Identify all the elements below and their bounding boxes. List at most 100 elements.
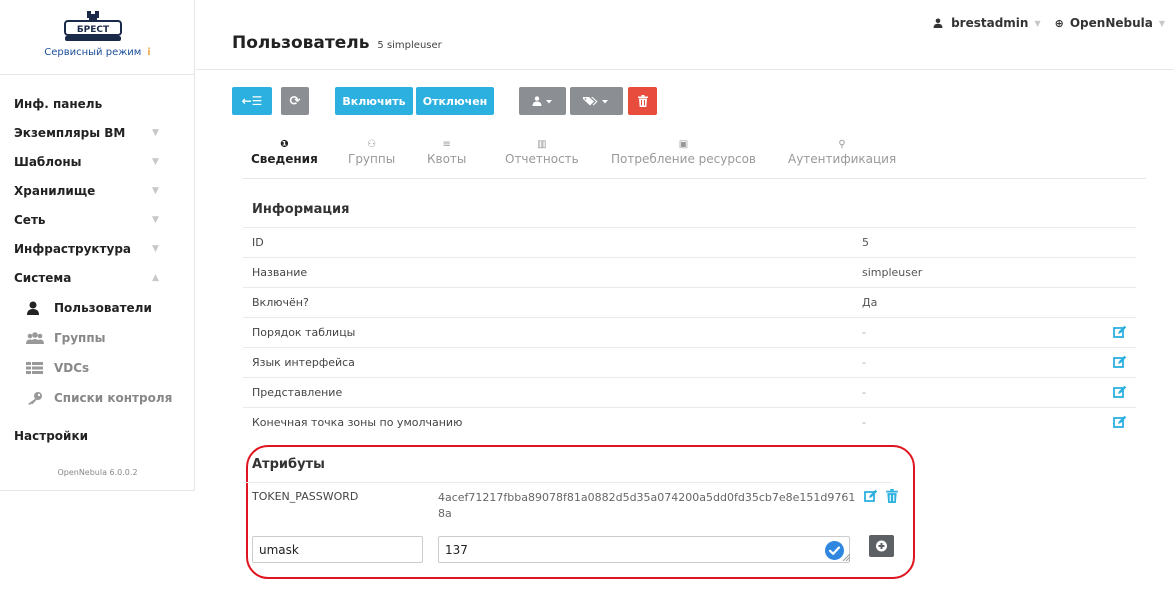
sidebar-item-system[interactable]: Система ▲ — [0, 264, 195, 293]
sidebar-item-vm-instances[interactable]: Экземпляры ВМ ▼ — [0, 119, 195, 148]
chevron-down-icon: ▼ — [1034, 18, 1041, 28]
table-row: ID 5 — [243, 227, 1136, 257]
sidebar-item-groups[interactable]: Группы — [0, 323, 195, 353]
add-attribute-button[interactable] — [869, 535, 894, 557]
users-icon: ⚇ — [367, 139, 377, 150]
top-bar: brestadmin ▼ ⊕ OpenNebula ▼ — [933, 16, 1165, 30]
tabs-divider — [243, 178, 1146, 179]
sidebar-item-settings[interactable]: Настройки — [0, 422, 195, 451]
tab-label: Аутентификация — [788, 152, 897, 166]
tab-auth[interactable]: ⚲ Аутентификация — [788, 138, 896, 166]
row-value: - — [862, 356, 866, 369]
trash-icon[interactable] — [886, 489, 898, 503]
sidebar-item-acl[interactable]: Списки контроля — [0, 383, 195, 413]
table-row: Представление - — [243, 377, 1136, 407]
attribute-value: 4acef71217fbba89078f81a0882d5d35a074200a… — [438, 491, 856, 520]
enable-button[interactable]: Включить — [335, 87, 413, 115]
labels-button[interactable] — [570, 87, 623, 115]
row-key: Язык интерфейса — [252, 356, 355, 369]
version-label: OpenNebula 6.0.0.2 — [57, 468, 138, 477]
edit-icon[interactable] — [1113, 355, 1127, 369]
tab-showback[interactable]: ▣ Потребление ресурсов — [611, 138, 756, 166]
change-owner-button[interactable] — [519, 87, 566, 115]
chevron-down-icon: ▼ — [152, 157, 159, 167]
page-subtitle: 5 simpleuser — [377, 40, 442, 51]
sidebar-item-label: Пользователи — [54, 301, 152, 315]
trash-icon — [637, 95, 648, 107]
sidebar: БРЕСТ Сервисный режим i Инф. панель Экзем… — [0, 0, 195, 491]
plus-circle-icon — [876, 540, 887, 552]
table-row: TOKEN_PASSWORD 4acef71217fbba89078f81a08… — [243, 482, 898, 528]
row-key: ID — [252, 236, 264, 249]
tags-icon — [582, 97, 608, 106]
service-mode-label: Сервисный режим i — [0, 47, 195, 58]
edit-icon[interactable] — [1113, 415, 1127, 429]
table-row: Название simpleuser — [243, 257, 1136, 287]
table-row: Язык интерфейса - — [243, 347, 1136, 377]
sidebar-item-dashboard[interactable]: Инф. панель — [0, 90, 195, 119]
new-attribute-value-input[interactable] — [438, 536, 850, 563]
sidebar-nav: Инф. панель Экземпляры ВМ ▼ Шаблоны ▼ Хран… — [0, 90, 195, 451]
page-title: Пользователь 5 simpleuser — [232, 33, 442, 53]
attribute-key: TOKEN_PASSWORD — [252, 490, 359, 503]
disable-button[interactable]: Отключен — [416, 87, 494, 115]
new-attribute-key-input[interactable] — [252, 536, 423, 563]
chevron-up-icon: ▲ — [152, 273, 159, 283]
row-value: - — [862, 416, 866, 429]
user-menu[interactable]: brestadmin — [951, 16, 1028, 30]
info-icon[interactable]: i — [147, 47, 150, 58]
zone-menu[interactable]: OpenNebula — [1070, 16, 1153, 30]
user-icon — [933, 18, 943, 28]
sidebar-item-templates[interactable]: Шаблоны ▼ — [0, 148, 195, 177]
sidebar-item-label: Хранилище — [14, 184, 96, 198]
back-button[interactable]: ←☰ — [232, 87, 272, 115]
sidebar-item-users[interactable]: Пользователи — [0, 293, 195, 323]
sidebar-item-infrastructure[interactable]: Инфраструктура ▼ — [0, 235, 195, 264]
attributes-section-title: Атрибуты — [252, 457, 325, 472]
row-value: - — [862, 326, 866, 339]
divider — [0, 74, 195, 75]
chevron-down-icon: ▼ — [152, 215, 159, 225]
refresh-button[interactable]: ⟳ — [281, 87, 309, 115]
row-key: Название — [252, 266, 308, 279]
edit-icon[interactable] — [1113, 385, 1127, 399]
row-key: Конечная точка зоны по умолчанию — [252, 416, 463, 429]
row-value: - — [862, 386, 866, 399]
key-icon: ⚲ — [838, 139, 846, 150]
user-icon — [532, 96, 552, 106]
chevron-down-icon: ▼ — [152, 244, 159, 254]
tab-label: Сведения — [251, 152, 318, 166]
users-icon — [26, 332, 44, 344]
sidebar-item-network[interactable]: Сеть ▼ — [0, 206, 195, 235]
sidebar-item-storage[interactable]: Хранилище ▼ — [0, 177, 195, 206]
align-left-icon: ≡ — [442, 139, 451, 150]
sidebar-item-vdcs[interactable]: VDCs — [0, 353, 195, 383]
tab-info[interactable]: ❶ Сведения — [251, 138, 318, 166]
money-icon: ▣ — [678, 139, 689, 150]
edit-icon[interactable] — [864, 489, 878, 503]
tab-quotas[interactable]: ≡ Квоты — [427, 138, 466, 166]
resize-grip-icon[interactable] — [842, 553, 850, 561]
edit-icon[interactable] — [1113, 325, 1127, 339]
delete-button[interactable] — [628, 87, 657, 115]
refresh-icon: ⟳ — [289, 93, 301, 109]
table-icon — [26, 362, 43, 374]
chevron-down-icon: ▼ — [152, 186, 159, 196]
page-title-text: Пользователь — [232, 33, 370, 53]
row-key: Порядок таблицы — [252, 326, 356, 339]
svg-text:БРЕСТ: БРЕСТ — [77, 25, 110, 35]
tab-accounting[interactable]: ▥ Отчетность — [505, 138, 579, 166]
brest-logo[interactable]: БРЕСТ — [59, 10, 127, 44]
user-icon — [27, 301, 39, 315]
table-row: Порядок таблицы - — [243, 317, 1136, 347]
row-key: Включён? — [252, 296, 309, 309]
tab-label: Отчетность — [505, 152, 579, 166]
globe-icon: ⊕ — [1054, 16, 1064, 30]
tab-label: Квоты — [427, 152, 467, 166]
key-icon — [28, 392, 42, 405]
sidebar-item-label: Экземпляры ВМ — [14, 126, 126, 140]
sidebar-item-label: Инфраструктура — [14, 242, 132, 256]
row-value: 5 — [862, 236, 869, 249]
info-icon: ❶ — [280, 139, 289, 150]
tab-groups[interactable]: ⚇ Группы — [348, 138, 395, 166]
